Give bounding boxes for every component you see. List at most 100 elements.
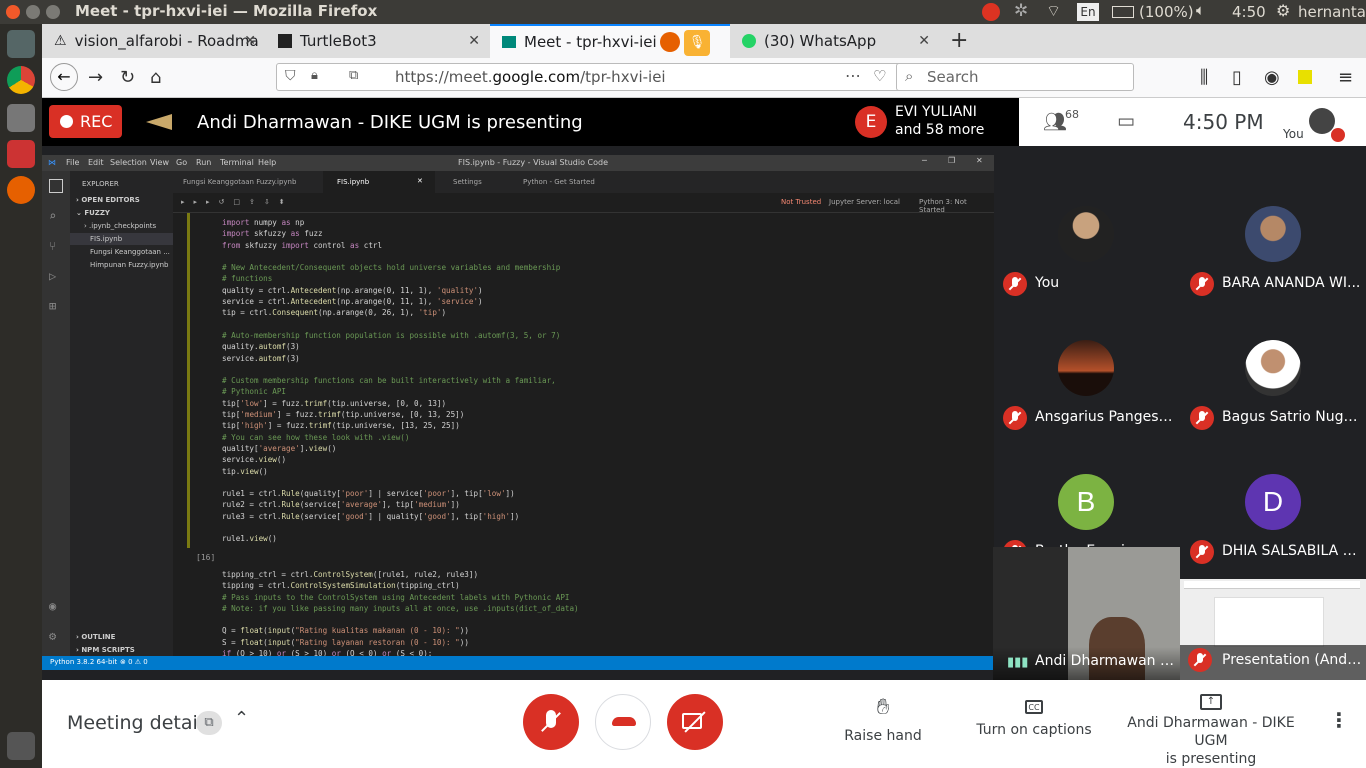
mic-off-icon	[1190, 272, 1214, 296]
url-bar[interactable]: ⛉ 🔒︎ ⧉ https://meet.google.com/tpr-hxvi-…	[276, 63, 930, 91]
participant-photo	[1058, 206, 1114, 262]
problems-count: ⊗ 0 ⚠ 0	[120, 658, 148, 666]
files-icon[interactable]	[7, 104, 35, 132]
launcher-dock	[0, 24, 42, 768]
tab-github[interactable]: ⚠ vision_alfarobi - Roadma ✕	[42, 24, 266, 58]
more-options-icon[interactable]: ⋮	[1329, 708, 1349, 732]
vscode-menu-go: Go	[176, 158, 188, 167]
speaker-avatar: E	[855, 106, 887, 138]
home-icon[interactable]: ⌂	[150, 67, 161, 88]
camera-toggle-button[interactable]	[667, 694, 723, 750]
menu-icon[interactable]: ≡	[1338, 67, 1353, 88]
minimize-icon: ─	[922, 156, 927, 165]
user-name[interactable]: hernanta	[1298, 3, 1366, 21]
window-title: Meet - tpr-hxvi-iei — Mozilla Firefox	[75, 2, 378, 20]
tab-whatsapp[interactable]: (30) WhatsApp ✕	[730, 24, 940, 58]
presentation-tile[interactable]: Presentation (Andi ...	[1180, 579, 1366, 680]
back-icon[interactable]: ←	[50, 63, 78, 91]
sidebar-icon[interactable]: ▯	[1232, 67, 1242, 88]
code-cell-2: tipping_ctrl = ctrl.ControlSystem([rule1…	[222, 570, 579, 659]
kernel-status: Python 3: Not Started	[919, 198, 967, 214]
notebook-toolbar: ▸▸▸↺□⇪⇩⬍ Not Trusted Jupyter Server: loc…	[173, 193, 994, 214]
trash-icon[interactable]	[7, 732, 35, 760]
source-control-icon: ⑂	[49, 239, 57, 253]
clock-text[interactable]: 4:50	[1232, 3, 1266, 21]
pocket-icon[interactable]: ♡	[873, 67, 886, 85]
participant-tile[interactable]: Ansgarius Pangestu...	[993, 310, 1179, 444]
app-icon[interactable]	[7, 140, 35, 168]
close-icon[interactable]: ✕	[918, 33, 930, 49]
battery-icon[interactable]	[1112, 6, 1134, 18]
meeting-details-button[interactable]: Meeting details	[67, 712, 213, 734]
attachment-icon: ⧉	[196, 711, 222, 735]
captions-button[interactable]: CC Turn on captions	[974, 696, 1094, 738]
chevron-up-icon[interactable]: ⌃	[234, 708, 249, 729]
folder-section: ⌄ FUZZY	[76, 209, 110, 217]
mic-off-icon	[1190, 406, 1214, 430]
participant-name: BARA ANANDA WI...	[1222, 275, 1361, 291]
presentation-thumbnail-content	[1214, 597, 1324, 647]
os-top-bar: Meet - tpr-hxvi-iei — Mozilla Firefox ✲ …	[0, 0, 1366, 24]
recording-badge[interactable]: REC	[49, 105, 122, 138]
participant-name: Bagus Satrio Nugro...	[1222, 409, 1362, 425]
participant-count: 68	[1065, 108, 1079, 121]
close-icon[interactable]: ✕	[468, 33, 480, 49]
page-actions-icon[interactable]: ⋯	[845, 66, 861, 85]
participant-tile[interactable]: Bagus Satrio Nugro...	[1180, 310, 1366, 444]
browser-tab-bar: ⚠ vision_alfarobi - Roadma ✕ TurtleBot3 …	[42, 24, 1366, 58]
people-icon[interactable]: 👥︎	[1043, 110, 1067, 133]
participant-name: Andi Dharmawan - D...	[1035, 653, 1175, 669]
dash-icon[interactable]	[7, 30, 35, 58]
open-editors-section: › OPEN EDITORS	[76, 196, 140, 204]
wifi-icon[interactable]: ⌔	[1046, 1, 1061, 21]
file-label: FIS.ipynb	[90, 235, 123, 243]
microphone-icon[interactable]: 🎙︎	[684, 30, 710, 56]
raise-hand-button[interactable]: ✋︎ Raise hand	[823, 695, 943, 745]
library-icon[interactable]: ⫼	[1200, 67, 1208, 88]
presenting-banner: Andi Dharmawan - DIKE UGM is presenting	[197, 112, 583, 133]
lock-icon[interactable]: 🔒︎	[311, 68, 318, 83]
hand-icon: ✋︎	[876, 695, 890, 720]
chat-icon[interactable]: ▭	[1117, 110, 1135, 132]
camera-permission-icon[interactable]: ⧉	[349, 68, 358, 83]
close-icon[interactable]: ✕	[244, 33, 256, 49]
participant-tile[interactable]: BARA ANANDA WI...	[1180, 176, 1366, 310]
participant-photo	[1058, 340, 1114, 396]
mic-toggle-button[interactable]	[523, 694, 579, 750]
participant-tile[interactable]: You	[993, 176, 1179, 310]
close-icon: ✕	[976, 156, 983, 165]
no-entry-icon[interactable]	[982, 3, 1000, 21]
gear-icon[interactable]: ⚙︎	[1276, 1, 1290, 20]
volume-icon[interactable]: 🔈︎	[1196, 1, 1205, 19]
new-tab-icon[interactable]: +	[950, 28, 968, 53]
window-minimize-button[interactable]	[26, 5, 40, 19]
chrome-icon[interactable]	[7, 66, 35, 94]
search-input[interactable]: ⌕ Search	[896, 63, 1134, 91]
participant-name: Presentation (Andi ...	[1222, 652, 1362, 668]
presenting-button[interactable]: ↑ Andi Dharmawan - DIKE UGM is presentin…	[1116, 692, 1306, 768]
file-label: Fungsi Keanggotaan ...	[90, 248, 170, 256]
leave-call-button[interactable]	[595, 694, 651, 750]
hang-up-icon	[612, 717, 636, 726]
reload-icon[interactable]: ↻	[120, 67, 135, 88]
tab-meet[interactable]: Meet - tpr-hxvi-iei 🎙︎	[490, 24, 730, 58]
account-icon: ◉	[49, 599, 57, 613]
window-close-button[interactable]	[6, 5, 20, 19]
speaker-more: and 58 more	[895, 122, 985, 138]
shield-icon[interactable]: ⛉	[285, 68, 296, 84]
file-label: Himpunan Fuzzy.ipynb	[90, 261, 169, 269]
firefox-icon[interactable]	[7, 176, 35, 204]
participant-tile[interactable]: D DHIA SALSABILA A...	[1180, 444, 1366, 578]
presenting-label-1: Andi Dharmawan - DIKE UGM	[1127, 715, 1295, 749]
battery-percent: (100%)	[1139, 3, 1194, 21]
keyboard-layout-indicator[interactable]: En	[1077, 3, 1099, 21]
window-maximize-button[interactable]	[46, 5, 60, 19]
account-icon[interactable]: ◉	[1264, 67, 1280, 88]
presenter-video-tile[interactable]: ▮▮▮ Andi Dharmawan - D...	[993, 547, 1180, 680]
tab-turtlebot[interactable]: TurtleBot3 ✕	[266, 24, 490, 58]
settings-cog-icon[interactable]: ✲	[1014, 1, 1028, 21]
explorer-title: EXPLORER	[82, 180, 119, 188]
extension-icon[interactable]	[1298, 70, 1312, 84]
editor-tab: Python - Get Started	[523, 178, 595, 186]
forward-icon[interactable]: →	[88, 67, 103, 88]
